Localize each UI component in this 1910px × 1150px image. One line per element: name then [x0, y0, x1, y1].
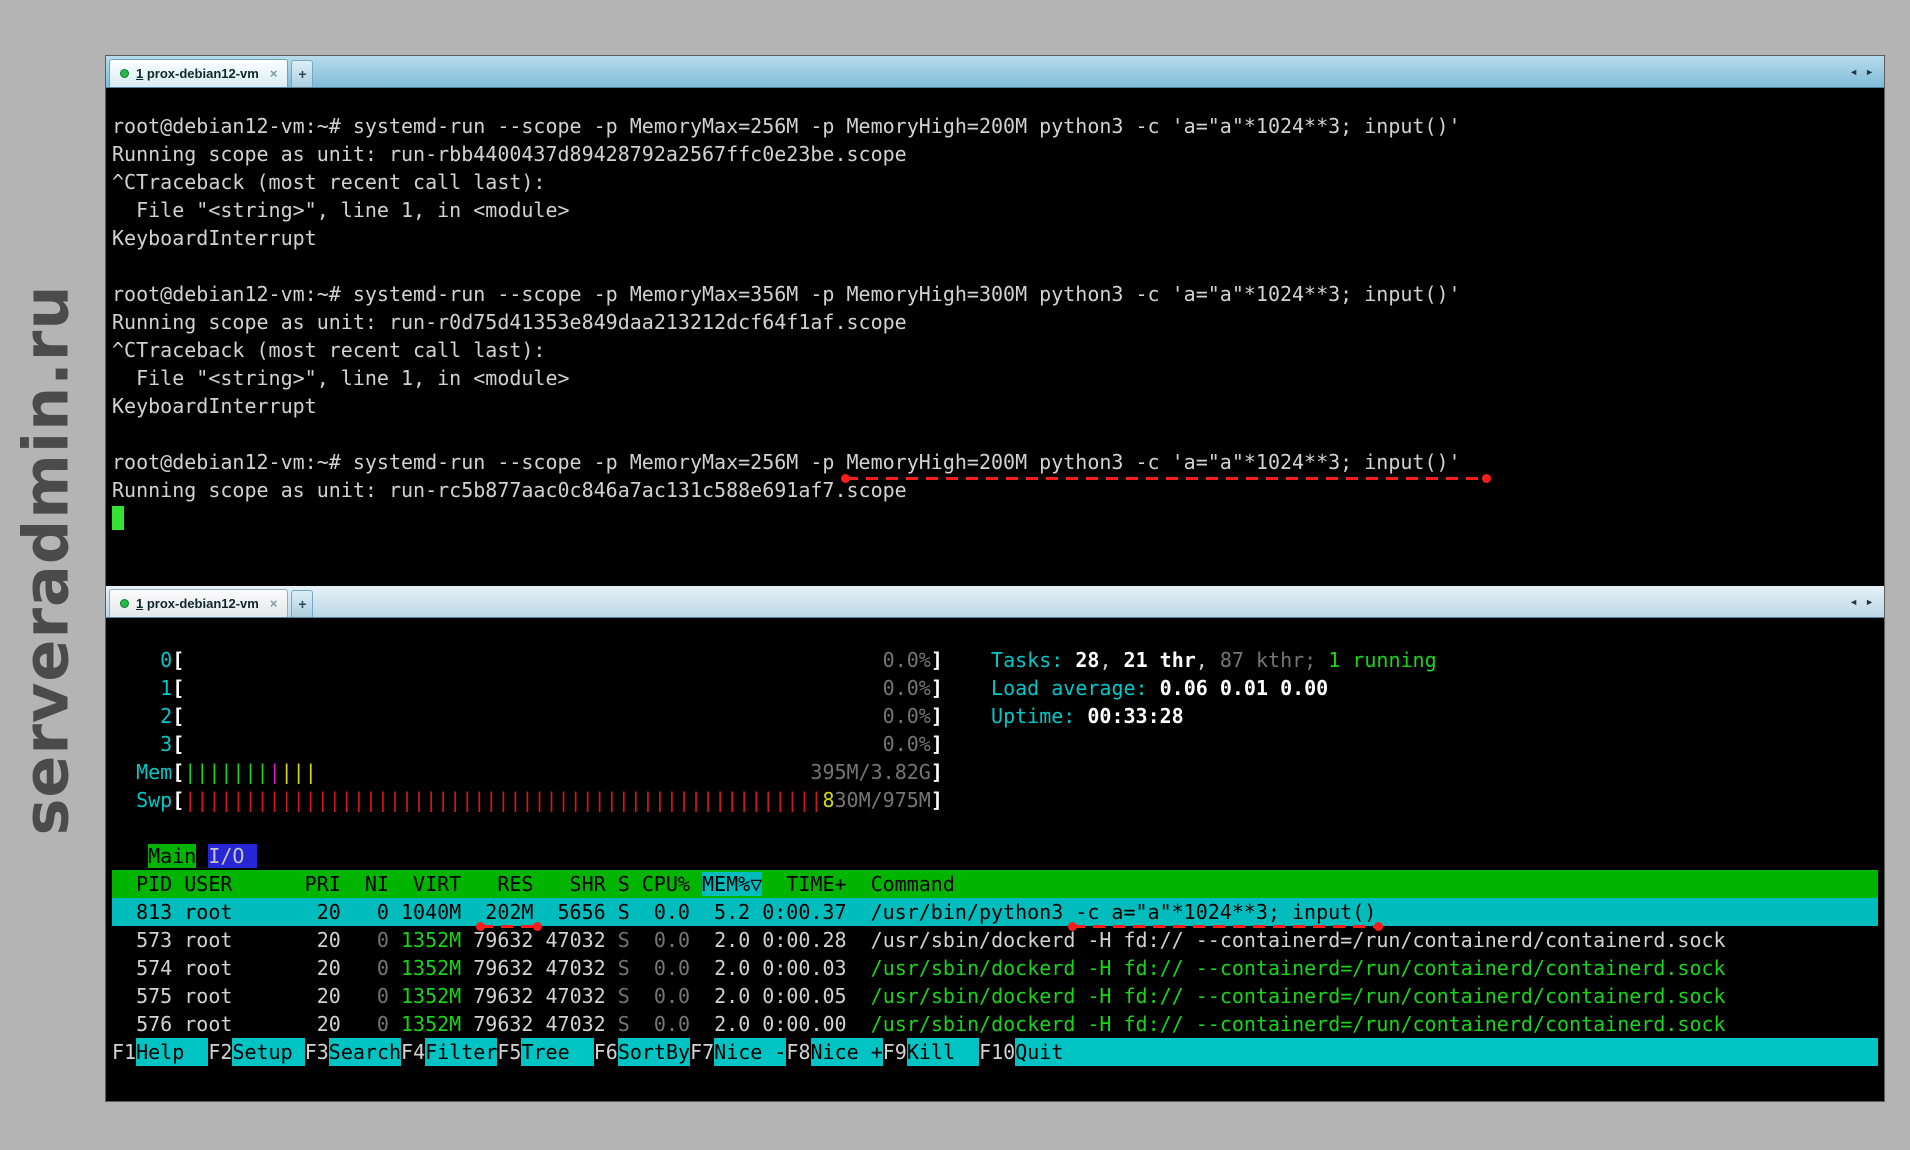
tab-index: 1 — [136, 66, 143, 81]
annotation-underline-python-command — [1073, 925, 1378, 928]
scroll-right-icon[interactable]: ► — [1865, 67, 1874, 77]
terminal-line: Running scope as unit: run-rbb4400437d89… — [112, 140, 1878, 168]
htop-line: 2[ 0.0%] Uptime: 00:33:28 — [112, 702, 1878, 730]
scroll-right-icon[interactable]: ► — [1865, 597, 1874, 607]
terminal-line: KeyboardInterrupt — [112, 224, 1878, 252]
terminal-line: root@debian12-vm:~# systemd-run --scope … — [112, 448, 1878, 476]
terminal-output-top[interactable]: root@debian12-vm:~# systemd-run --scope … — [106, 88, 1884, 586]
terminal-line — [112, 252, 1878, 280]
terminal-line: KeyboardInterrupt — [112, 392, 1878, 420]
scroll-left-icon[interactable]: ◄ — [1849, 597, 1858, 607]
tab-index: 1 — [136, 596, 143, 611]
htop-line: F1Help F2Setup F3SearchF4FilterF5Tree F6… — [112, 1038, 1878, 1066]
tab-session-name: prox-debian12-vm — [147, 66, 259, 81]
tab-scroll-arrows: ◄ ► — [1839, 56, 1884, 87]
terminal-line — [112, 420, 1878, 448]
terminal-line: Running scope as unit: run-rc5b877aac0c8… — [112, 476, 1878, 504]
htop-line: 574 root 20 0 1352M 79632 47032 S 0.0 2.… — [112, 954, 1878, 982]
terminal-line: Running scope as unit: run-r0d75d41353e8… — [112, 308, 1878, 336]
htop-line: Mem[||||||||||| 395M/3.82G] — [112, 758, 1878, 786]
close-icon[interactable]: × — [270, 596, 278, 611]
scroll-left-icon[interactable]: ◄ — [1849, 67, 1858, 77]
htop-line: Swp[||||||||||||||||||||||||||||||||||||… — [112, 786, 1878, 814]
tab-bar-bottom: 1 prox-debian12-vm × + ◄ ► — [106, 586, 1884, 618]
tab-scroll-arrows: ◄ ► — [1839, 586, 1884, 617]
htop-screen[interactable]: 0[ 0.0%] Tasks: 28, 21 thr, 87 kthr; 1 r… — [106, 618, 1884, 1101]
htop-line: 813 root 20 0 1040M 202M 5656 S 0.0 5.2 … — [112, 898, 1878, 926]
htop-line: Main I/O — [112, 842, 1878, 870]
session-active-icon — [120, 69, 129, 78]
terminal-line: ^CTraceback (most recent call last): — [112, 336, 1878, 364]
terminal-line: root@debian12-vm:~# systemd-run --scope … — [112, 112, 1878, 140]
htop-line: 573 root 20 0 1352M 79632 47032 S 0.0 2.… — [112, 926, 1878, 954]
new-tab-button[interactable]: + — [291, 590, 313, 617]
annotation-underline-memoryhigh-command — [846, 477, 1486, 480]
htop-line: 3[ 0.0%] — [112, 730, 1878, 758]
close-icon[interactable]: × — [270, 66, 278, 81]
session-active-icon — [120, 599, 129, 608]
terminal-line: File "<string>", line 1, in <module> — [112, 196, 1878, 224]
watermark: serveradmin.ru — [10, 284, 83, 835]
terminal-line: File "<string>", line 1, in <module> — [112, 364, 1878, 392]
terminal-window: 1 prox-debian12-vm × + ◄ ► root@debian12… — [105, 55, 1885, 1102]
tab-prox-debian12-vm-bottom[interactable]: 1 prox-debian12-vm × — [109, 589, 288, 617]
htop-line: 576 root 20 0 1352M 79632 47032 S 0.0 2.… — [112, 1010, 1878, 1038]
tab-title: 1 prox-debian12-vm — [136, 66, 259, 81]
tab-session-name: prox-debian12-vm — [147, 596, 259, 611]
annotation-underline-res-202m — [481, 925, 537, 928]
terminal-line: ^CTraceback (most recent call last): — [112, 168, 1878, 196]
htop-line: PID USER PRI NI VIRT RES SHR S CPU% MEM%… — [112, 870, 1878, 898]
desktop-background: serveradmin.ru 1 prox-debian12-vm × + ◄ … — [0, 0, 1910, 1150]
htop-line: 0[ 0.0%] Tasks: 28, 21 thr, 87 kthr; 1 r… — [112, 646, 1878, 674]
new-tab-button[interactable]: + — [291, 60, 313, 87]
tab-prox-debian12-vm-top[interactable]: 1 prox-debian12-vm × — [109, 59, 288, 87]
terminal-line — [112, 504, 1878, 532]
terminal-line: root@debian12-vm:~# systemd-run --scope … — [112, 280, 1878, 308]
tab-title: 1 prox-debian12-vm — [136, 596, 259, 611]
htop-line: 1[ 0.0%] Load average: 0.06 0.01 0.00 — [112, 674, 1878, 702]
htop-line: 575 root 20 0 1352M 79632 47032 S 0.0 2.… — [112, 982, 1878, 1010]
htop-line — [112, 618, 1878, 646]
htop-line — [112, 814, 1878, 842]
tab-bar-top: 1 prox-debian12-vm × + ◄ ► — [106, 56, 1884, 88]
